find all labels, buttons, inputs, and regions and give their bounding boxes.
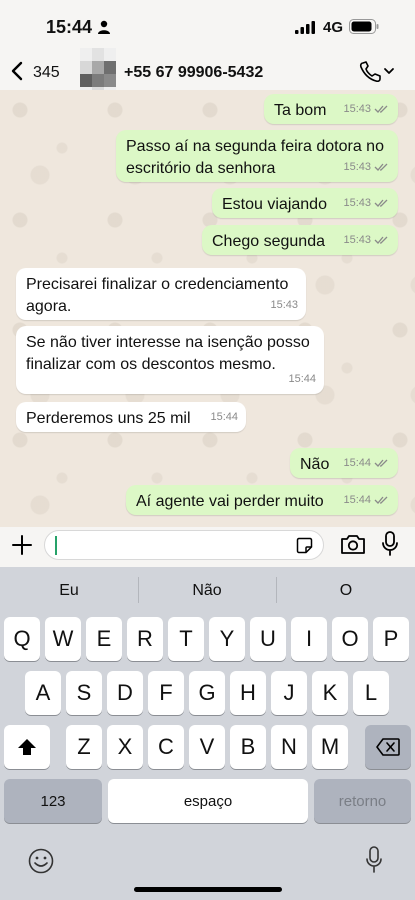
- microphone-icon[interactable]: [381, 531, 399, 557]
- suggestion-item[interactable]: O: [296, 582, 396, 600]
- key-f[interactable]: F: [148, 671, 184, 715]
- key-y[interactable]: Y: [209, 617, 245, 661]
- key-r[interactable]: R: [127, 617, 163, 661]
- key-p[interactable]: P: [373, 617, 409, 661]
- key-v[interactable]: V: [189, 725, 225, 769]
- message-time: 15:43: [343, 103, 371, 115]
- message-input[interactable]: [44, 530, 324, 560]
- home-indicator: [134, 887, 282, 892]
- key-q[interactable]: Q: [4, 617, 40, 661]
- space-key[interactable]: espaço: [108, 779, 308, 823]
- message-text: Perderemos uns 25 mil: [26, 410, 191, 427]
- message-time: 15:43: [343, 234, 371, 246]
- battery-icon: [349, 19, 379, 34]
- contact-name[interactable]: +55 67 99906-5432: [124, 64, 263, 82]
- key-o[interactable]: O: [332, 617, 368, 661]
- key-n[interactable]: N: [271, 725, 307, 769]
- message-bubble-outgoing[interactable]: Chego segunda 15:43: [202, 225, 398, 255]
- message-bubble-incoming[interactable]: Se não tiver interesse na isenção posso …: [16, 326, 324, 394]
- signal-icon: [295, 21, 315, 34]
- camera-icon[interactable]: [340, 533, 366, 555]
- chat-header: 345 +55 67 99906-5432: [0, 44, 415, 100]
- key-g[interactable]: G: [189, 671, 225, 715]
- key-a[interactable]: A: [25, 671, 61, 715]
- key-m[interactable]: M: [312, 725, 348, 769]
- message-bubble-incoming[interactable]: Precisarei finalizar o credenciamento ag…: [16, 268, 306, 320]
- key-e[interactable]: E: [86, 617, 122, 661]
- message-text: Aí agente vai perder muito: [136, 493, 324, 510]
- network-type: 4G: [323, 19, 344, 36]
- numbers-key[interactable]: 123: [4, 779, 102, 823]
- message-time: 15:44: [288, 373, 316, 385]
- read-ticks-icon: [374, 163, 388, 171]
- message-time: 15:44: [343, 494, 371, 506]
- key-s[interactable]: S: [66, 671, 102, 715]
- message-time: 15:44: [343, 457, 371, 469]
- message-text: Chego segunda: [212, 233, 325, 250]
- message-text: Ta bom: [274, 102, 327, 119]
- message-text: Não: [300, 456, 330, 473]
- read-ticks-icon: [374, 199, 388, 207]
- return-key[interactable]: retorno: [314, 779, 411, 823]
- person-icon: [98, 20, 110, 34]
- message-time: 15:43: [343, 161, 371, 173]
- message-text: Precisarei finalizar o credenciamento ag…: [26, 276, 289, 315]
- sticker-icon[interactable]: [296, 537, 313, 554]
- plus-icon[interactable]: [10, 533, 34, 557]
- emoji-icon[interactable]: [28, 848, 54, 874]
- read-ticks-icon: [374, 105, 388, 113]
- read-ticks-icon: [374, 459, 388, 467]
- key-l[interactable]: L: [353, 671, 389, 715]
- dictation-microphone-icon[interactable]: [365, 846, 383, 874]
- suggestion-item[interactable]: Eu: [19, 582, 119, 600]
- message-time: 15:43: [270, 299, 298, 311]
- key-c[interactable]: C: [148, 725, 184, 769]
- message-time: 15:44: [210, 411, 238, 423]
- key-w[interactable]: W: [45, 617, 81, 661]
- key-i[interactable]: I: [291, 617, 327, 661]
- onscreen-keyboard: Eu Não O Q W E R T Y U I O P A S D F G H…: [0, 567, 415, 900]
- status-time: 15:44: [46, 17, 93, 37]
- suggestion-divider: [276, 577, 277, 603]
- key-z[interactable]: Z: [66, 725, 102, 769]
- message-list: Ta bom 15:43 Passo aí na segunda feira d…: [0, 90, 415, 527]
- suggestion-divider: [138, 577, 139, 603]
- key-h[interactable]: H: [230, 671, 266, 715]
- key-b[interactable]: B: [230, 725, 266, 769]
- suggestion-bar: Eu Não O: [0, 567, 415, 615]
- phone-call-icon[interactable]: [359, 60, 395, 82]
- key-x[interactable]: X: [107, 725, 143, 769]
- compose-bar: [0, 527, 415, 567]
- message-bubble-outgoing[interactable]: Ta bom 15:43: [264, 94, 398, 124]
- shift-key[interactable]: [4, 725, 50, 769]
- message-bubble-outgoing[interactable]: Passo aí na segunda feira dotora no escr…: [116, 130, 398, 182]
- read-ticks-icon: [374, 496, 388, 504]
- message-text: Se não tiver interesse na isenção posso …: [26, 334, 310, 373]
- read-ticks-icon: [374, 236, 388, 244]
- shift-arrow-icon: [18, 739, 36, 755]
- suggestion-item[interactable]: Não: [157, 582, 257, 600]
- key-u[interactable]: U: [250, 617, 286, 661]
- text-cursor: [55, 536, 57, 555]
- message-bubble-outgoing[interactable]: Aí agente vai perder muito 15:44: [126, 485, 398, 515]
- message-time: 15:43: [343, 197, 371, 209]
- back-chevron-icon[interactable]: [10, 61, 24, 81]
- key-d[interactable]: D: [107, 671, 143, 715]
- message-bubble-incoming[interactable]: Perderemos uns 25 mil 15:44: [16, 402, 246, 432]
- back-unread-count[interactable]: 345: [33, 64, 60, 82]
- key-k[interactable]: K: [312, 671, 348, 715]
- key-j[interactable]: J: [271, 671, 307, 715]
- message-bubble-outgoing[interactable]: Não 15:44: [290, 448, 398, 478]
- backspace-icon: [376, 738, 400, 756]
- key-t[interactable]: T: [168, 617, 204, 661]
- message-bubble-outgoing[interactable]: Estou viajando 15:43: [212, 188, 398, 218]
- backspace-key[interactable]: [365, 725, 411, 769]
- message-text: Estou viajando: [222, 196, 327, 213]
